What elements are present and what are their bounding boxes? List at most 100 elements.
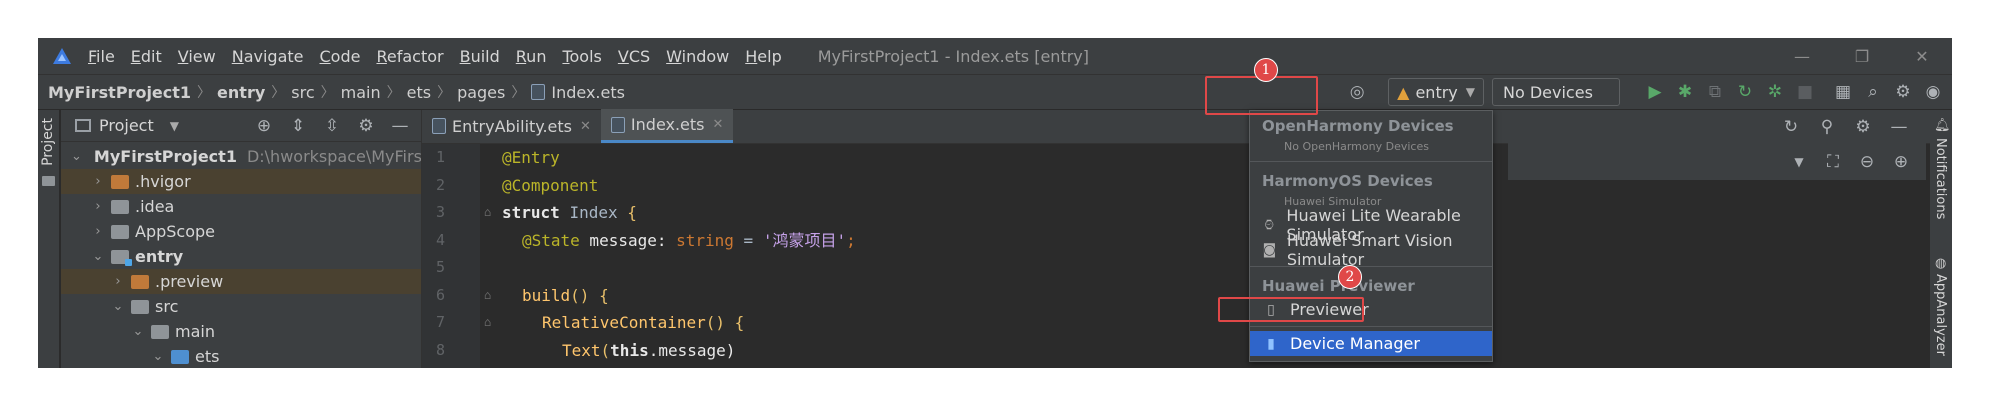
chevron-down-icon[interactable]: ⌄ (151, 349, 165, 364)
chevron-down-icon[interactable]: ▼ (1784, 147, 1814, 177)
file-icon (432, 118, 446, 134)
menu-item[interactable]: Code (312, 47, 369, 66)
zoom-in-icon[interactable]: ⊕ (1886, 147, 1916, 177)
notifications-tool-tab[interactable]: Notifications (1933, 138, 1948, 219)
chevron-right-icon[interactable]: › (91, 224, 105, 239)
menu-item[interactable]: Navigate (224, 47, 312, 66)
code-token: build (522, 285, 571, 305)
menu-mnemonic: V (177, 46, 189, 66)
close-icon[interactable]: ✕ (580, 119, 591, 134)
breadcrumb-item[interactable]: main 〉 (341, 82, 407, 102)
breadcrumb-item[interactable]: src 〉 (291, 82, 340, 102)
chevron-right-icon[interactable]: › (111, 274, 125, 289)
device-select[interactable]: No Devices (1492, 78, 1620, 106)
tab-index[interactable]: Index.ets ✕ (600, 109, 734, 143)
minimize-icon[interactable]: — (1772, 38, 1832, 74)
project-tree: ⌄ MyFirstProject1 D:\hworkspace\MyFirstP… (61, 142, 444, 368)
stop-icon[interactable]: ■ (1790, 77, 1820, 107)
menu-mnemonic: H (745, 46, 758, 66)
hide-icon[interactable]: — (385, 111, 415, 141)
account-icon[interactable]: ◉ (1918, 77, 1948, 107)
menu-item[interactable]: Run (508, 47, 555, 66)
restore-icon[interactable]: ❐ (1832, 38, 1892, 74)
menu-item[interactable]: Edit (123, 47, 170, 66)
breadcrumb-item[interactable]: Index.ets (531, 83, 625, 102)
device-option-vision[interactable]: ◙ Huawei Smart Vision Simulator (1250, 231, 1492, 269)
code-area[interactable]: @Entry @Component ⌂ struct Index { @State… (480, 144, 1280, 368)
breadcrumb-item[interactable]: ets 〉 (407, 82, 457, 102)
appanalyzer-tool-tab[interactable]: AppAnalyzer (1933, 274, 1948, 356)
device-option-device-manager[interactable]: ▮ Device Manager (1250, 331, 1492, 356)
module-select[interactable]: ▲ entry ▼ (1388, 78, 1484, 106)
tab-entryability[interactable]: EntryAbility.ets ✕ (422, 109, 601, 143)
menu-item[interactable]: Build (452, 47, 508, 66)
chevron-right-icon[interactable]: › (91, 199, 105, 214)
pin-icon[interactable]: ⚲ (1812, 112, 1842, 142)
chevron-right-icon[interactable]: › (91, 174, 105, 189)
gear-icon[interactable]: ⚙ (351, 111, 381, 141)
zoom-out-icon[interactable]: ⊖ (1852, 147, 1882, 177)
menu-item[interactable]: Window (658, 47, 737, 66)
tree-item-entry[interactable]: ⌄ entry (61, 244, 421, 269)
profile-icon[interactable]: ⧉ (1700, 77, 1730, 107)
frame-icon[interactable]: ⛶ (1818, 147, 1848, 177)
breadcrumb-item[interactable]: MyFirstProject1 〉 (48, 82, 217, 102)
debug-icon[interactable]: ✱ (1670, 77, 1700, 107)
fold-icon[interactable]: ⌂ (484, 309, 491, 337)
breadcrumb-item[interactable]: pages 〉 (457, 82, 531, 102)
search-icon[interactable]: ⌕ (1858, 77, 1888, 107)
reload-icon[interactable]: ↻ (1730, 77, 1760, 107)
tree-item-hvigor[interactable]: › .hvigor (61, 169, 421, 194)
collapse-all-icon[interactable]: ⇳ (317, 111, 347, 141)
code-token: () { (570, 285, 609, 305)
run-icon[interactable]: ▶ (1640, 77, 1670, 107)
tree-item-label: .idea (135, 197, 175, 216)
close-icon[interactable]: ✕ (713, 117, 724, 132)
chevron-down-icon[interactable]: ⌄ (71, 149, 82, 164)
code-token: message: (579, 230, 677, 250)
chevron-down-icon[interactable]: ⌄ (91, 249, 105, 264)
expand-all-icon[interactable]: ⇕ (283, 111, 313, 141)
chevron-down-icon[interactable]: ⌄ (131, 324, 145, 339)
code-line: @Component (480, 172, 1280, 200)
menu-item[interactable]: Refactor (368, 47, 451, 66)
watch-icon: ⌚︎ (1262, 218, 1277, 234)
tree-item-preview[interactable]: › .preview (61, 269, 421, 294)
refresh-icon[interactable]: ↻ (1776, 112, 1806, 142)
tab-label: Index.ets (630, 115, 705, 134)
code-token: { (617, 203, 637, 222)
project-view-icon (75, 119, 91, 132)
menu-item[interactable]: File (80, 47, 123, 66)
chevron-down-icon[interactable]: ⌄ (111, 299, 125, 314)
gear-icon[interactable]: ⚙ (1888, 77, 1918, 107)
gear-icon[interactable]: ⚙ (1848, 112, 1878, 142)
project-tool-tab[interactable]: Project (40, 118, 56, 166)
menu-item[interactable]: View (170, 47, 224, 66)
close-icon[interactable]: ✕ (1892, 38, 1952, 74)
menu-item[interactable]: Tools (554, 47, 609, 66)
menu-item[interactable]: VCS (610, 47, 658, 66)
tree-item-root[interactable]: ⌄ MyFirstProject1 D:\hworkspace\MyFirstP… (61, 144, 444, 169)
line-number: 3 (436, 203, 446, 221)
menu-item[interactable]: Help (737, 47, 789, 66)
target-icon[interactable]: ◎ (1342, 77, 1372, 107)
tree-item-ets[interactable]: ⌄ ets (61, 344, 421, 368)
hide-icon[interactable]: — (1884, 112, 1914, 142)
chevron-down-icon[interactable]: ▼ (170, 119, 179, 133)
fold-icon[interactable]: ⌂ (484, 282, 491, 310)
project-structure-icon[interactable]: ▦ (1828, 77, 1858, 107)
fold-icon[interactable]: ⌂ (484, 199, 491, 227)
tree-item-appscope[interactable]: › AppScope (61, 219, 421, 244)
bell-icon: 🔔︎ (1934, 118, 1951, 133)
folder-icon (131, 274, 149, 289)
breadcrumb-item[interactable]: entry 〉 (217, 82, 291, 102)
project-panel-title[interactable]: Project (99, 116, 154, 135)
previewer-subtoolbar: ▼ ⛶ ⊖ ⊕ (1508, 144, 1926, 180)
tree-item-idea[interactable]: › .idea (61, 194, 421, 219)
code-token: RelativeContainer (542, 313, 706, 332)
tree-item-src[interactable]: ⌄ src (61, 294, 421, 319)
attach-debugger-icon[interactable]: ✲ (1760, 77, 1790, 107)
tree-item-main[interactable]: ⌄ main (61, 319, 421, 344)
locate-icon[interactable]: ⊕ (249, 111, 279, 141)
